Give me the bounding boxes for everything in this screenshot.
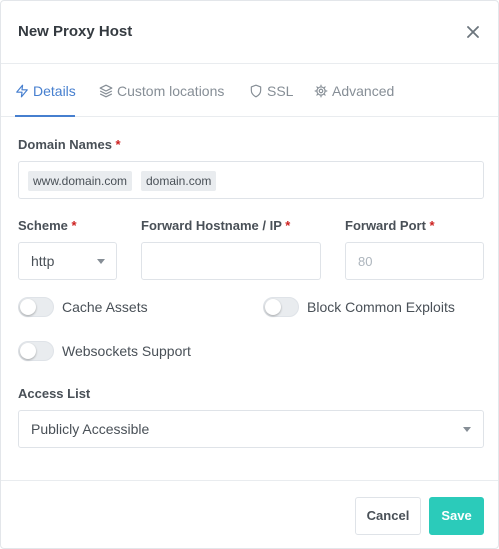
domain-names-label: Domain Names * [18,137,121,152]
scheme-select[interactable]: http [18,242,117,280]
cache-assets-label: Cache Assets [62,299,148,315]
forward-host-label: Forward Hostname / IP * [141,218,291,233]
tab-label: Advanced [332,83,395,99]
scheme-value: http [31,253,55,269]
tab-ssl[interactable]: SSL [249,81,293,101]
active-tab-indicator [15,115,75,117]
tab-label: Custom locations [117,83,225,99]
close-icon[interactable] [464,21,482,43]
block-exploits-toggle[interactable] [263,297,299,317]
forward-port-input[interactable]: 80 [345,242,484,280]
tab-bar: Details Custom locations SSL Advanced [1,64,498,117]
tab-details[interactable]: Details [15,81,76,101]
chevron-down-icon [463,427,471,432]
forward-port-placeholder: 80 [358,254,373,269]
domain-chip[interactable]: domain.com [141,171,217,191]
layers-icon [99,84,113,98]
modal-title: New Proxy Host [18,23,133,40]
modal-header: New Proxy Host [1,1,498,64]
websockets-label: Websockets Support [62,343,191,359]
domain-chip[interactable]: www.domain.com [28,171,133,191]
tab-label: Details [33,83,76,99]
gear-icon [314,84,328,98]
tab-label: SSL [267,83,294,99]
forward-host-input[interactable] [141,242,321,280]
block-exploits-label: Block Common Exploits [307,299,455,315]
scheme-label: Scheme * [18,218,77,233]
access-list-label: Access List [18,386,91,401]
zap-icon [16,84,28,98]
proxy-host-modal: New Proxy Host Details Custom locations … [0,0,499,549]
cancel-button[interactable]: Cancel [355,497,421,535]
domain-names-input[interactable]: www.domain.com domain.com [18,161,484,199]
save-button[interactable]: Save [429,497,484,535]
access-list-select[interactable]: Publicly Accessible [18,410,484,448]
tab-advanced[interactable]: Advanced [314,81,394,101]
modal-footer-divider [1,480,498,481]
cache-assets-toggle[interactable] [18,297,54,317]
shield-icon [250,84,262,98]
access-list-value: Publicly Accessible [31,421,150,437]
websockets-toggle[interactable] [18,341,54,361]
forward-port-label: Forward Port * [345,218,435,233]
chevron-down-icon [97,259,105,264]
tab-custom-locations[interactable]: Custom locations [99,81,224,101]
